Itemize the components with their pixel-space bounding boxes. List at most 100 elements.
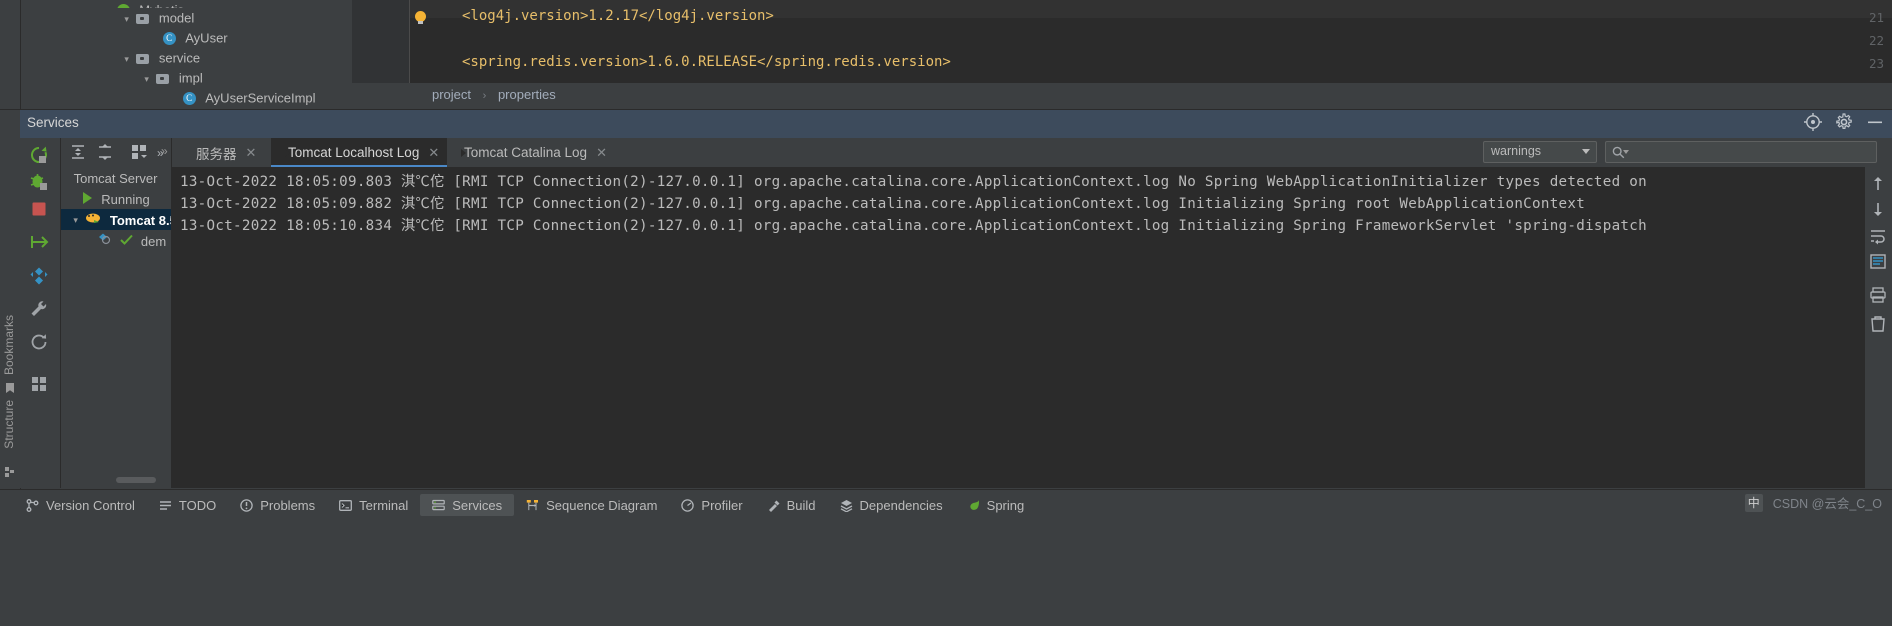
watermark: CSDN @云会_C_O	[1772, 497, 1882, 511]
settings-wrench-icon[interactable]	[29, 299, 50, 320]
tree-item-label: AyUser	[185, 30, 228, 46]
services-panel-header: Services	[20, 110, 1892, 138]
code-editor[interactable]: 21 <log4j.version>1.2.17</log4j.version>…	[352, 0, 1892, 83]
log-line: 13-Oct-2022 18:05:09.882 淇℃佗 [RMI TCP Co…	[180, 196, 1586, 212]
breadcrumb-separator-icon: ›	[482, 90, 487, 102]
breadcrumb-leaf[interactable]: properties	[498, 87, 556, 102]
intention-bulb-icon[interactable]	[414, 11, 427, 24]
tomcat-icon	[85, 210, 102, 231]
stop-icon[interactable]	[29, 199, 50, 220]
scroll-down-icon[interactable]	[1869, 200, 1888, 219]
tree-label: Tomcat 8.5	[109, 213, 171, 229]
status-bar-right: 中 CSDN @云会_C_O	[1744, 493, 1882, 512]
close-icon[interactable]: ✕	[246, 145, 257, 161]
services-tree-item-running[interactable]: Running	[61, 188, 171, 209]
spring-icon	[967, 499, 980, 512]
status-item-problems[interactable]: Problems	[228, 494, 327, 516]
debug-icon[interactable]	[29, 172, 50, 193]
services-panel-body: » Tomcat Server Running ▾ Tomcat 8.5 dem…	[20, 138, 1892, 488]
edge-label-bookmarks[interactable]: Bookmarks	[2, 315, 16, 375]
close-icon[interactable]: ✕	[428, 145, 439, 161]
status-item-label: Build	[786, 497, 816, 513]
group-by-icon[interactable]	[130, 142, 151, 163]
grid-icon[interactable]	[29, 374, 50, 395]
tree-item-ayuserserviceimpl[interactable]: C AyUserServiceImpl	[21, 88, 351, 108]
search-history-icon[interactable]	[1623, 150, 1629, 154]
services-tree-item-tomcat-server[interactable]: Tomcat Server	[61, 167, 171, 188]
log-level-value: warnings	[1491, 144, 1542, 158]
profiler-icon	[681, 498, 695, 512]
project-tree[interactable]: Mybatis ▾ model C AyUser ▾ service	[21, 0, 351, 110]
expand-all-icon[interactable]	[68, 142, 89, 163]
status-item-dependencies[interactable]: Dependencies	[828, 494, 955, 516]
minimize-icon[interactable]	[1866, 113, 1886, 133]
chevron-down-icon[interactable]: ▾	[121, 49, 133, 69]
search-input[interactable]	[1605, 141, 1877, 163]
scroll-to-end-icon[interactable]	[1869, 253, 1888, 272]
console-output[interactable]: 13-Oct-2022 18:05:09.803 淇℃佗 [RMI TCP Co…	[172, 167, 1865, 488]
chevron-down-icon[interactable]: ▾	[70, 210, 82, 231]
status-item-services[interactable]: Services	[420, 494, 515, 516]
tree-label: Running	[101, 192, 150, 208]
tree-item-model[interactable]: ▾ model	[21, 8, 351, 28]
class-icon: C	[182, 92, 196, 106]
tab-servers[interactable]: 服务器 ✕	[186, 138, 271, 167]
services-tree-item-dem[interactable]: dem	[61, 230, 171, 251]
chevron-down-icon[interactable]: ▾	[121, 9, 133, 29]
editor-gutter[interactable]	[352, 0, 409, 83]
tabs-overflow-icon[interactable]: »	[161, 144, 168, 158]
tree-item-ayuser[interactable]: C AyUser	[21, 28, 351, 48]
log-level-select[interactable]: warnings	[1483, 141, 1597, 163]
refresh-icon[interactable]	[29, 332, 50, 353]
status-item-sequence-diagram[interactable]: Sequence Diagram	[514, 494, 669, 516]
status-item-todo[interactable]: TODO	[147, 494, 228, 516]
scroll-up-icon[interactable]	[1869, 175, 1888, 194]
target-icon[interactable]	[1804, 113, 1824, 133]
tree-item-label: AyUserServiceImpl	[205, 90, 316, 106]
chevron-down-icon[interactable]: ▾	[141, 69, 153, 89]
dependencies-icon[interactable]	[29, 266, 50, 287]
status-item-terminal[interactable]: Terminal	[327, 494, 420, 516]
edge-label-structure[interactable]: Structure	[2, 400, 16, 449]
bookmark-icon[interactable]	[5, 382, 15, 393]
structure-icon[interactable]	[5, 465, 15, 477]
folder-icon	[136, 53, 150, 65]
soft-wrap-icon[interactable]	[1869, 227, 1888, 246]
tab-tomcat-catalina-log[interactable]: Tomcat Catalina Log ✕	[447, 138, 615, 167]
rerun-icon[interactable]	[29, 145, 50, 166]
tree-item-mybatis[interactable]: Mybatis	[21, 0, 351, 8]
tree-item-impl[interactable]: ▾ impl	[21, 68, 351, 88]
services-tree[interactable]: Tomcat Server Running ▾ Tomcat 8.5 dem	[61, 167, 171, 488]
deploy-icon[interactable]	[29, 232, 50, 253]
collapse-all-icon[interactable]	[95, 142, 116, 163]
tree-item-label: impl	[178, 70, 203, 86]
tab-tomcat-localhost-log[interactable]: Tomcat Localhost Log ✕	[271, 138, 447, 167]
status-item-profiler[interactable]: Profiler	[669, 494, 754, 516]
print-icon[interactable]	[1869, 286, 1888, 305]
close-icon[interactable]: ✕	[596, 145, 607, 161]
ime-indicator[interactable]: 中	[1744, 493, 1763, 512]
status-item-spring[interactable]: Spring	[955, 494, 1037, 516]
status-item-label: Spring	[986, 497, 1025, 513]
search-icon	[1612, 146, 1625, 162]
tab-label: 服务器	[196, 146, 237, 162]
panel-title: Services	[27, 115, 79, 130]
services-tree-item-tomcat-85[interactable]: ▾ Tomcat 8.5	[61, 209, 171, 230]
artifact-icon	[97, 231, 114, 252]
gear-icon[interactable]	[1835, 113, 1855, 133]
breadcrumb-bar: project › properties	[352, 83, 1892, 109]
line-number: 22	[1868, 33, 1884, 48]
services-run-toolbar	[20, 138, 61, 488]
breadcrumb[interactable]: project › properties	[432, 87, 556, 102]
status-item-label: TODO	[178, 497, 217, 513]
panel-header-buttons	[1804, 113, 1886, 133]
left-edge-toolbar: Bookmarks Structure	[0, 110, 21, 490]
tree-horizontal-scrollbar[interactable]	[116, 477, 156, 483]
search-field[interactable]	[1634, 143, 1874, 163]
folder-icon	[156, 73, 170, 85]
status-item-version-control[interactable]: Version Control	[14, 494, 147, 516]
breadcrumb-root[interactable]: project	[432, 87, 471, 102]
clear-all-icon[interactable]	[1869, 315, 1888, 334]
tree-item-service[interactable]: ▾ service	[21, 48, 351, 68]
status-item-build[interactable]: Build	[755, 494, 828, 516]
